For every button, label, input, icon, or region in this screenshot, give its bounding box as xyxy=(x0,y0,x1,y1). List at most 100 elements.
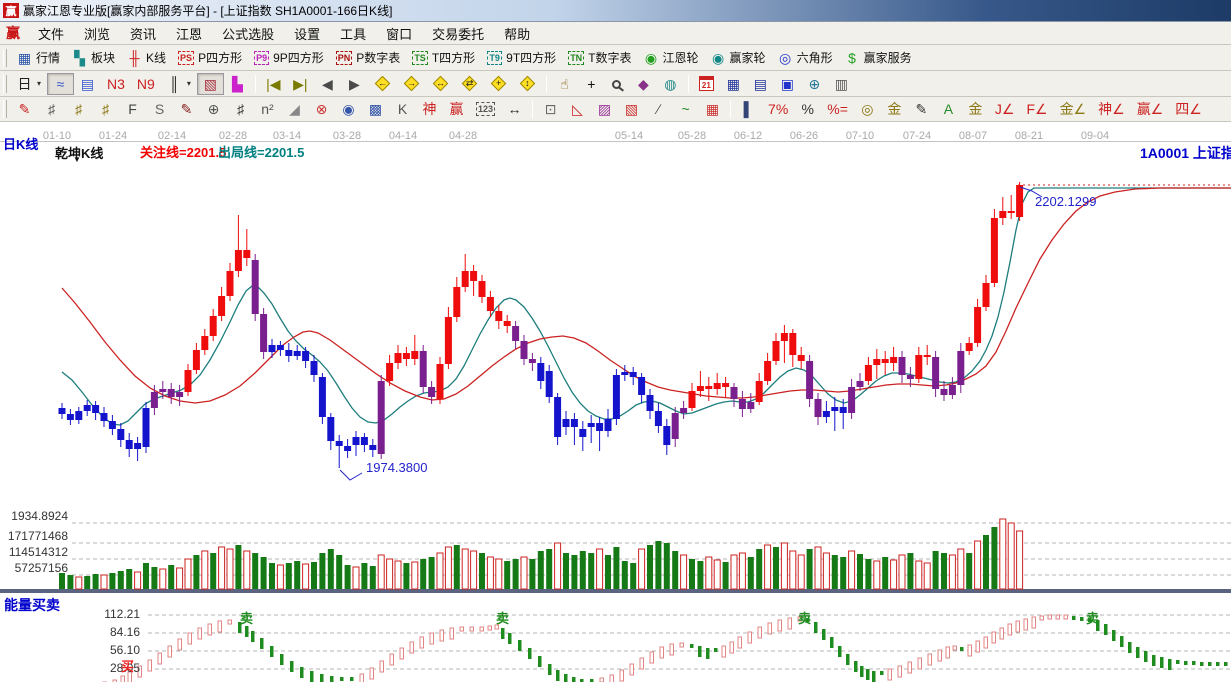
page-left-button[interactable]: ◀ xyxy=(314,73,341,95)
angle-gate-tool[interactable]: ◢ xyxy=(281,98,308,120)
wave-line-tool[interactable]: ~ xyxy=(672,98,699,120)
info-panel-button[interactable]: ▤ xyxy=(74,73,101,95)
pattern-blue-button[interactable]: ≈ xyxy=(47,73,74,95)
spiral-tool[interactable]: S xyxy=(146,98,173,120)
sectors-button[interactable]: ▚板块 xyxy=(66,47,121,69)
zoom-in-x-button[interactable]: ⇄ xyxy=(455,73,484,95)
toolbar-separator xyxy=(532,100,533,118)
menu-item-交易委托[interactable]: 交易委托 xyxy=(422,25,494,44)
save-button[interactable]: ▣ xyxy=(774,73,801,95)
ruler-123-tool[interactable]: 123 xyxy=(470,98,501,120)
menu-item-设置[interactable]: 设置 xyxy=(284,25,330,44)
last-screen-button[interactable]: ▶| xyxy=(287,73,314,95)
scroll-right-button[interactable]: → xyxy=(397,73,426,95)
9p-square-button[interactable]: P99P四方形 xyxy=(248,47,330,69)
time-grid-tool[interactable]: ♯ xyxy=(227,98,254,120)
winner-service-button[interactable]: $赢家服务 xyxy=(839,47,918,69)
menu-item-浏览[interactable]: 浏览 xyxy=(74,25,120,44)
magnifier-button[interactable] xyxy=(605,73,630,95)
menu-item-资讯[interactable]: 资讯 xyxy=(120,25,166,44)
first-screen-button[interactable]: |◀ xyxy=(260,73,287,95)
percent-lines-tool[interactable]: %= xyxy=(821,98,854,120)
web-grid-tool[interactable]: ▩ xyxy=(362,98,389,120)
session-report-button[interactable]: ▤ xyxy=(747,73,774,95)
win-gann-tool[interactable]: 赢 xyxy=(443,98,470,120)
j-angle-tool[interactable]: J∠ xyxy=(989,98,1021,120)
gann-wheel-button[interactable]: ◉江恩轮 xyxy=(638,47,705,69)
shen-gann-tool[interactable]: 神 xyxy=(416,98,443,120)
box-select-tool[interactable]: ⊡ xyxy=(537,98,564,120)
percent7-tool[interactable]: 7% xyxy=(762,98,794,120)
four-angle-tool[interactable]: 四∠ xyxy=(1169,98,1208,120)
menu-item-江恩[interactable]: 江恩 xyxy=(166,25,212,44)
time-cycle-tool[interactable]: ⊕ xyxy=(200,98,227,120)
swing3-button[interactable]: N3 xyxy=(101,73,131,95)
menu-item-工具[interactable]: 工具 xyxy=(330,25,376,44)
hand-drag-button[interactable]: ☝ xyxy=(551,73,578,95)
fan-rays-tool[interactable]: ◺ xyxy=(564,98,591,120)
hist-levels-tool[interactable]: ▌ xyxy=(735,98,762,120)
restore-scale-button[interactable]: + xyxy=(484,73,513,95)
tab-daily-kline[interactable]: 日K线 xyxy=(3,134,38,153)
kline-button[interactable]: ╫K线 xyxy=(121,47,172,69)
fan-grid-tool[interactable]: ▨ xyxy=(591,98,618,120)
9t-square-button[interactable]: T99T四方形 xyxy=(481,47,562,69)
date-tick-label: 07-24 xyxy=(895,130,939,142)
gold-mark-tool[interactable]: 金 xyxy=(962,98,989,120)
f-angle-tool[interactable]: F∠ xyxy=(1020,98,1053,120)
calendar-button[interactable]: 21 xyxy=(693,73,720,95)
cross-grid-tool[interactable]: ▧ xyxy=(618,98,645,120)
dense-grid-tool[interactable]: ▦ xyxy=(699,98,726,120)
trend-line-tool[interactable]: ∕ xyxy=(645,98,672,120)
scroll-left-button[interactable]: ← xyxy=(368,73,397,95)
quotes-button[interactable]: ▦行情 xyxy=(11,47,66,69)
price-pen-tool[interactable]: ✎ xyxy=(173,98,200,120)
gold-level-tool[interactable]: 金 xyxy=(881,98,908,120)
gann-shape-button[interactable]: ◆ xyxy=(630,73,657,95)
menu-item-帮助[interactable]: 帮助 xyxy=(494,25,540,44)
p-number-table-button[interactable]: PNP数字表 xyxy=(330,47,407,69)
kline-period-dropdown[interactable]: 日▾ xyxy=(11,73,47,95)
shen-angle-tool[interactable]: 神∠ xyxy=(1092,98,1131,120)
width-measure-tool[interactable]: ↔ xyxy=(501,98,528,120)
fibo-grid-tool[interactable]: F xyxy=(119,98,146,120)
k-ruler-tool[interactable]: K xyxy=(389,98,416,120)
gold-grid-b-tool[interactable]: ♯ xyxy=(92,98,119,120)
percent-tool[interactable]: % xyxy=(794,98,821,120)
gold-angle-tool[interactable]: 金∠ xyxy=(1054,98,1093,120)
gold-level-tool-icon: 金 xyxy=(887,101,902,117)
spider-web-tool[interactable]: ◉ xyxy=(335,98,362,120)
volume-profile-button[interactable]: ▙ xyxy=(224,73,251,95)
chart-canvas[interactable] xyxy=(0,144,1231,589)
menu-item-公式选股[interactable]: 公式选股 xyxy=(212,25,284,44)
draw-pen-tool[interactable]: ✎ xyxy=(11,98,38,120)
p-square-button[interactable]: PSP四方形 xyxy=(172,47,248,69)
t-number-table-button[interactable]: TNT数字表 xyxy=(562,47,637,69)
wave-a-tool[interactable]: A xyxy=(935,98,962,120)
menu-item-窗口[interactable]: 窗口 xyxy=(376,25,422,44)
menu-item-文件[interactable]: 文件 xyxy=(28,25,74,44)
gann-grid-tool[interactable]: ♯ xyxy=(38,98,65,120)
n-square-tool[interactable]: n² xyxy=(254,98,281,120)
print-button[interactable]: ▥ xyxy=(828,73,855,95)
zoom-y-button[interactable]: ↕ xyxy=(513,73,542,95)
smart-analysis-button[interactable]: ◍ xyxy=(657,73,684,95)
gold-ring-tool[interactable]: ◎ xyxy=(854,98,881,120)
j-angle-tool-icon: J∠ xyxy=(995,101,1015,117)
t-square-button[interactable]: TST四方形 xyxy=(406,47,481,69)
win-angle-tool[interactable]: 赢∠ xyxy=(1131,98,1170,120)
crosshair-button[interactable]: + xyxy=(578,73,605,95)
winner-wheel-button[interactable]: ◉赢家轮 xyxy=(705,47,772,69)
qiankun-pattern-button[interactable]: ▧ xyxy=(197,73,224,95)
candle-style-dropdown[interactable]: ║▾ xyxy=(161,73,197,95)
gann-fan-circle-tool[interactable]: ⊗ xyxy=(308,98,335,120)
candle-edit-tool[interactable]: ✎ xyxy=(908,98,935,120)
zoom-out-x-button[interactable]: ↔ xyxy=(426,73,455,95)
data-download-button[interactable]: ⊕ xyxy=(801,73,828,95)
calculator-button[interactable]: ▦ xyxy=(720,73,747,95)
kline-type-dropdown-icon[interactable]: ▼ xyxy=(73,155,81,164)
gold-grid-a-tool[interactable]: ♯ xyxy=(65,98,92,120)
hexagon-button[interactable]: ◎六角形 xyxy=(772,47,839,69)
page-right-button[interactable]: ▶ xyxy=(341,73,368,95)
swing9-button[interactable]: N9 xyxy=(131,73,161,95)
